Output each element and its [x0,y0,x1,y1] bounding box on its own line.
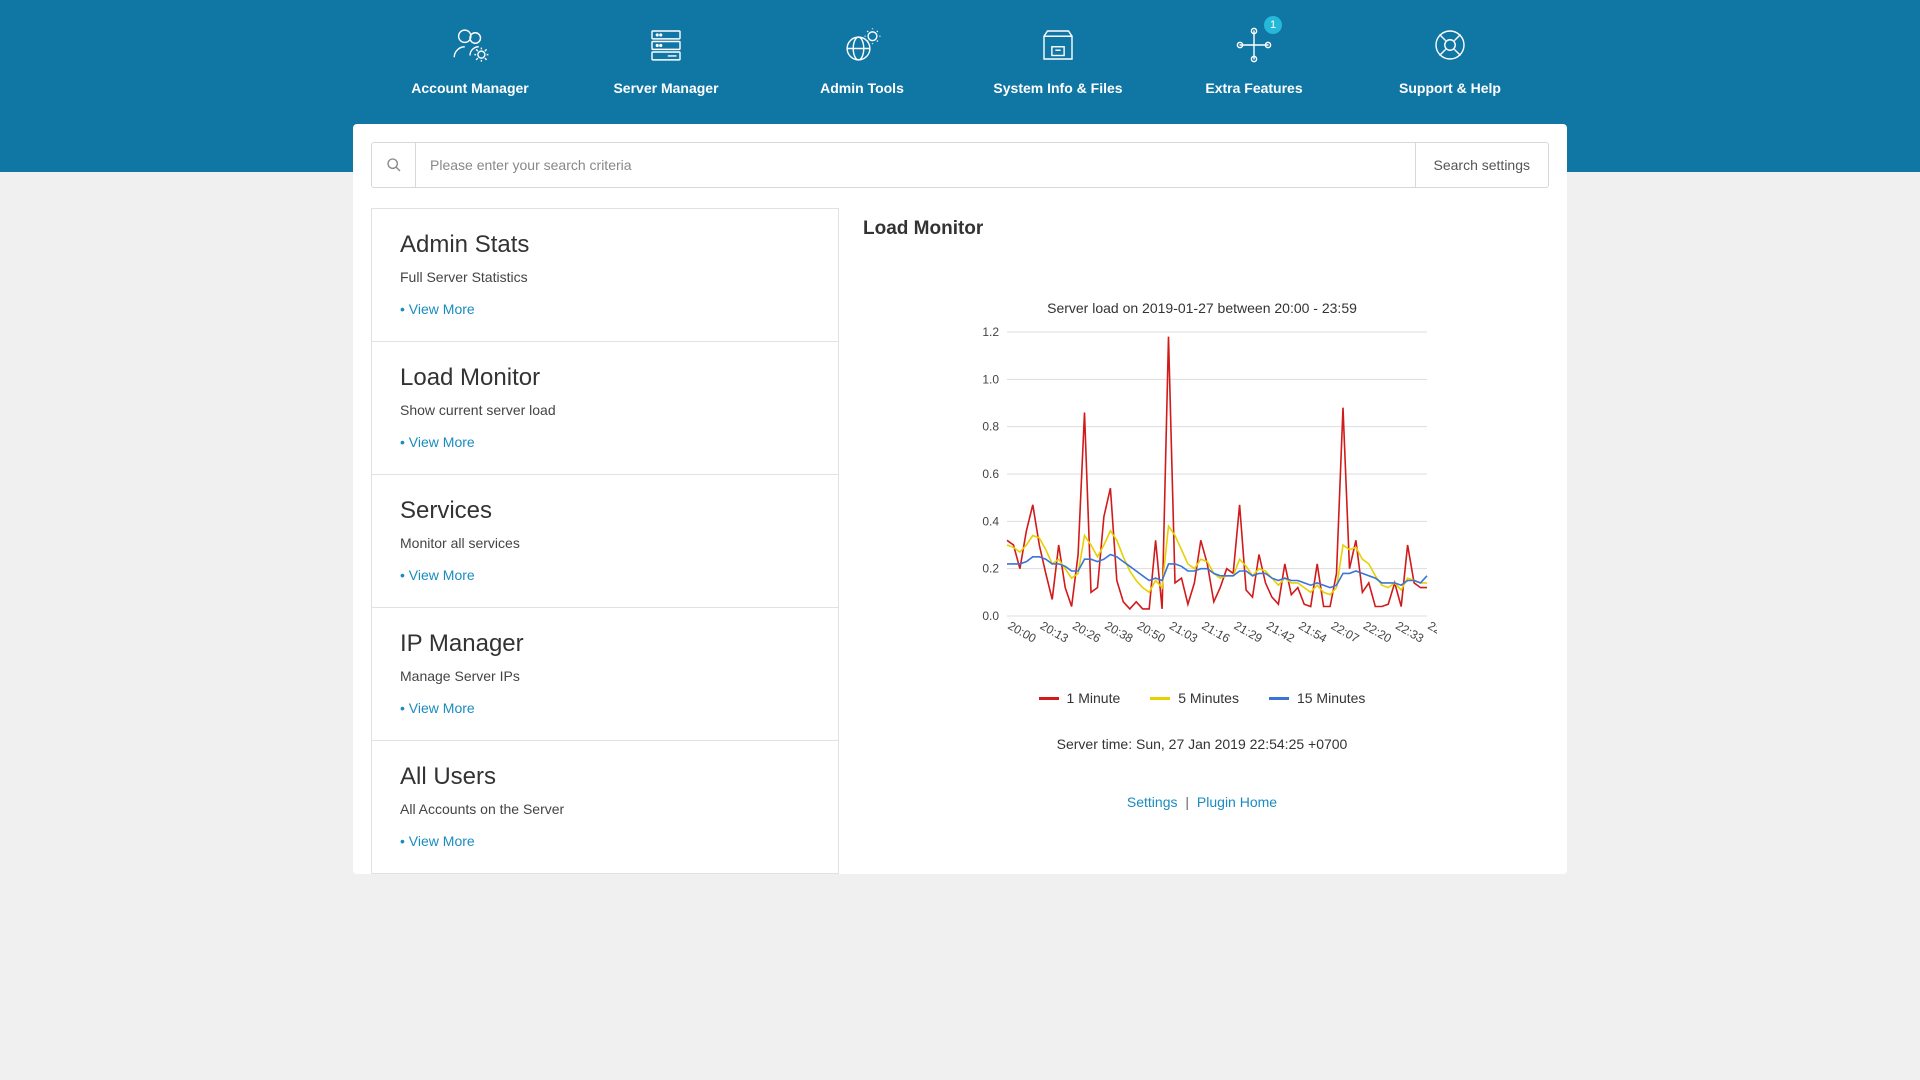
legend-label: 5 Minutes [1178,690,1239,706]
server-time-label: Server time: Sun, 27 Jan 2019 22:54:25 +… [861,736,1543,752]
view-more-link[interactable]: View More [400,567,810,583]
svg-text:0.2: 0.2 [982,562,999,576]
nav-label: Extra Features [1156,80,1352,96]
legend-item: 5 Minutes [1150,690,1239,706]
search-icon[interactable] [372,143,416,187]
archive-icon [960,22,1156,68]
nav-label: Support & Help [1352,80,1548,96]
svg-text:22:07: 22:07 [1329,618,1362,645]
card-all-users: All Users All Accounts on the Server View … [371,741,839,874]
svg-text:22:33: 22:33 [1393,618,1426,645]
card-title: All Users [400,763,810,791]
nav-item-account-manager[interactable]: Account Manager [372,22,568,96]
legend-item: 1 Minute [1039,690,1121,706]
legend-item: 15 Minutes [1269,690,1365,706]
svg-text:21:29: 21:29 [1232,618,1265,645]
legend-swatch [1269,697,1289,700]
view-more-link[interactable]: View More [400,833,810,849]
search-bar: Search settings [371,142,1549,188]
svg-text:21:16: 21:16 [1199,618,1232,645]
card-title: Admin Stats [400,231,810,259]
svg-text:0.0: 0.0 [982,609,999,623]
nav-item-server-manager[interactable]: Server Manager [568,22,764,96]
svg-text:20:13: 20:13 [1038,618,1071,645]
nav-label: Admin Tools [764,80,960,96]
chart-legend: 1 Minute 5 Minutes 15 Minutes [861,690,1543,706]
globe-gear-icon [764,22,960,68]
search-input[interactable] [416,143,1415,187]
nav-badge: 1 [1264,16,1282,34]
legend-swatch [1150,697,1170,700]
panel-title: Load Monitor [863,218,1543,240]
svg-text:20:38: 20:38 [1102,618,1135,645]
chart-title: Server load on 2019-01-27 between 20:00 … [861,300,1543,316]
users-gear-icon [372,22,568,68]
svg-text:20:26: 20:26 [1070,618,1103,645]
legend-label: 1 Minute [1067,690,1121,706]
svg-text:0.6: 0.6 [982,467,999,481]
view-more-link[interactable]: View More [400,301,810,317]
search-settings-button[interactable]: Search settings [1415,143,1549,187]
card-title: Services [400,497,810,525]
main-panel: Search settings Admin Stats Full Server S… [353,124,1567,874]
legend-label: 15 Minutes [1297,690,1365,706]
card-load-monitor: Load Monitor Show current server load View… [371,342,839,475]
view-more-link[interactable]: View More [400,700,810,716]
svg-text:21:03: 21:03 [1167,618,1200,645]
lifebuoy-icon [1352,22,1548,68]
svg-text:22:20: 22:20 [1361,618,1394,645]
svg-text:0.4: 0.4 [982,514,999,528]
svg-text:1.0: 1.0 [982,372,999,386]
load-chart: 0.0 0.2 0.4 0.6 0.8 1.0 1.2 20:0020:1320:2620:3… [967,326,1437,666]
sidebar-cards: Admin Stats Full Server Statistics View Mo… [371,208,839,874]
plus-icon [1156,22,1352,68]
server-icon [568,22,764,68]
separator: | [1185,794,1189,810]
svg-text:22:46: 22:46 [1426,618,1438,645]
card-description: Show current server load [400,402,810,418]
card-description: Full Server Statistics [400,269,810,285]
card-title: IP Manager [400,630,810,658]
card-services: Services Monitor all services View More [371,475,839,608]
legend-swatch [1039,697,1059,700]
nav-label: System Info & Files [960,80,1156,96]
load-monitor-panel: Load Monitor Server load on 2019-01-27 b… [859,208,1549,874]
nav-item-admin-tools[interactable]: Admin Tools [764,22,960,96]
svg-text:20:50: 20:50 [1135,618,1168,645]
nav-label: Server Manager [568,80,764,96]
card-description: All Accounts on the Server [400,801,810,817]
nav-label: Account Manager [372,80,568,96]
svg-text:21:54: 21:54 [1296,618,1329,645]
card-ip-manager: IP Manager Manage Server IPs View More [371,608,839,741]
card-admin-stats: Admin Stats Full Server Statistics View Mo… [371,208,839,342]
svg-text:0.8: 0.8 [982,420,999,434]
chart-links: Settings | Plugin Home [861,794,1543,810]
card-description: Manage Server IPs [400,668,810,684]
card-description: Monitor all services [400,535,810,551]
nav-item-support-help[interactable]: Support & Help [1352,22,1548,96]
plugin-home-link[interactable]: Plugin Home [1197,794,1277,810]
card-title: Load Monitor [400,364,810,392]
settings-link[interactable]: Settings [1127,794,1178,810]
svg-text:1.2: 1.2 [982,326,999,339]
view-more-link[interactable]: View More [400,434,810,450]
svg-text:21:42: 21:42 [1264,618,1297,645]
nav-item-extra-features[interactable]: 1Extra Features [1156,22,1352,96]
nav-item-system-info-files[interactable]: System Info & Files [960,22,1156,96]
svg-text:20:00: 20:00 [1006,618,1039,645]
